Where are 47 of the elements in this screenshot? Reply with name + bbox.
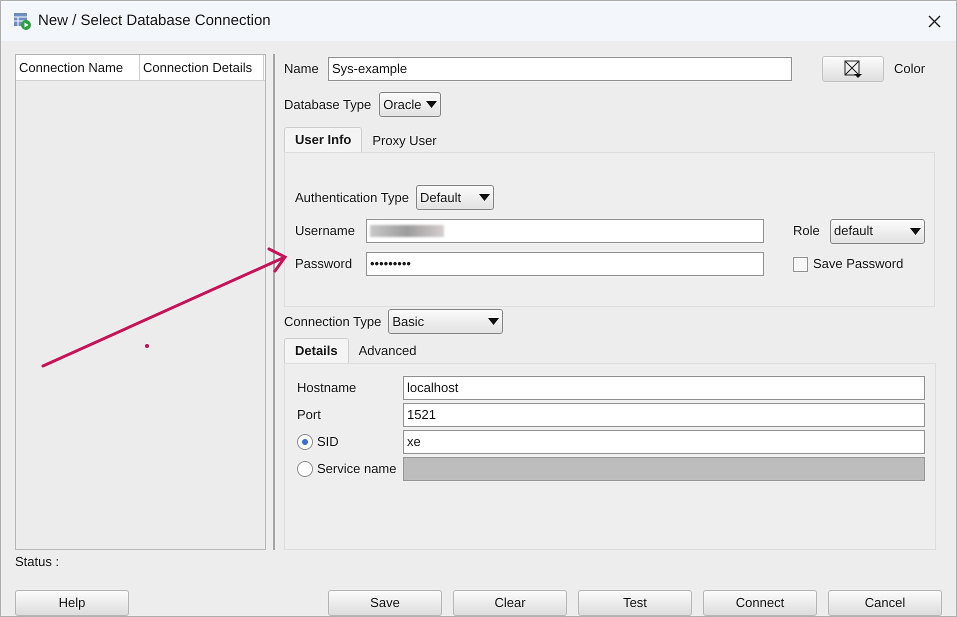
field-label: Color: [894, 60, 926, 78]
color-button[interactable]: [822, 56, 884, 82]
close-icon[interactable]: [928, 14, 941, 28]
field-label: Service name: [317, 460, 396, 478]
dropdown[interactable]: Default: [416, 185, 494, 210]
input-field[interactable]: 1521: [403, 402, 925, 427]
column-header[interactable]: Connection Name: [16, 55, 140, 80]
caret-icon: [478, 194, 490, 201]
dropdown[interactable]: Basic: [388, 309, 504, 334]
caret-icon: [910, 228, 921, 234]
tab[interactable]: Advanced: [348, 340, 426, 363]
dialog-button[interactable]: Clear: [453, 590, 567, 616]
database-app-icon: [13, 12, 31, 30]
status-label: Status :: [15, 553, 60, 570]
dropdown[interactable]: default: [830, 218, 925, 244]
field-label: Port: [297, 406, 321, 424]
field-label: SID: [317, 432, 339, 451]
column-header[interactable]: Connection Details: [140, 55, 264, 80]
field-label: Database Type: [284, 96, 372, 114]
window-title: New / Select Database Connection: [38, 10, 271, 31]
dialog-button[interactable]: Save: [328, 590, 442, 616]
tab[interactable]: Details: [284, 338, 349, 363]
field-label: Username: [295, 222, 356, 240]
input-field[interactable]: localhost: [403, 376, 925, 400]
color-picker-icon: [843, 59, 863, 79]
tab[interactable]: Proxy User: [362, 129, 447, 152]
dropdown[interactable]: Oracle: [379, 92, 442, 117]
input-field[interactable]: Sys-example: [328, 57, 792, 81]
input-field[interactable]: xe: [403, 430, 925, 454]
field-label: Role: [793, 222, 821, 240]
field-label: Hostname: [297, 378, 356, 397]
field-label: Name: [284, 60, 320, 78]
tab[interactable]: User Info: [284, 127, 362, 152]
field-label: Connection Type: [284, 313, 382, 332]
dialog-button[interactable]: Cancel: [828, 590, 942, 616]
input-field[interactable]: [366, 219, 764, 243]
checkbox[interactable]: [793, 256, 808, 272]
caret-icon: [426, 101, 438, 108]
password-field[interactable]: •••••••••: [366, 252, 764, 276]
radio-button[interactable]: [297, 434, 313, 450]
field-label: Authentication Type: [295, 188, 409, 207]
dialog-button[interactable]: Test: [578, 590, 692, 616]
dialog-button[interactable]: Help: [15, 590, 129, 616]
checkbox-label: Save Password: [813, 255, 904, 274]
caret-icon: [488, 318, 500, 326]
dialog-button[interactable]: Connect: [703, 590, 817, 616]
field-label: Password: [295, 255, 354, 274]
